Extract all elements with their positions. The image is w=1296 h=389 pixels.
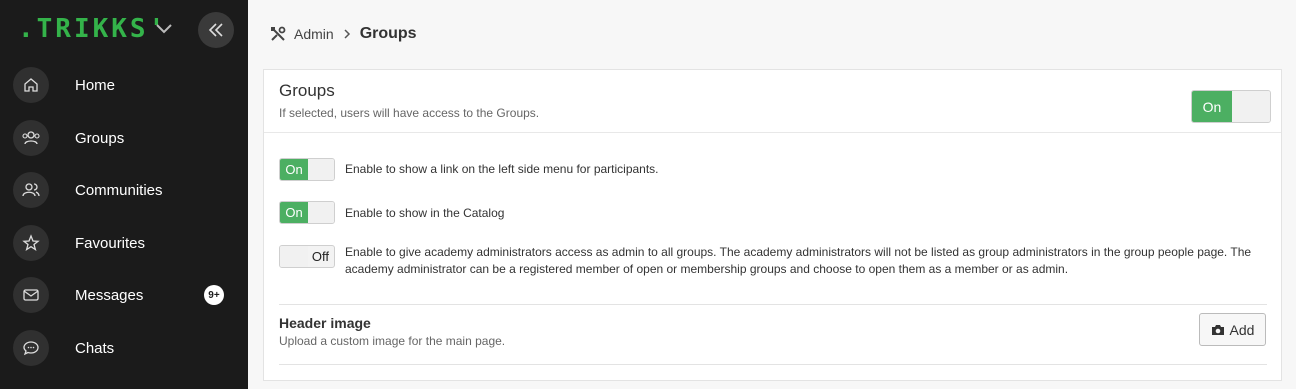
- unread-badge: 9+: [204, 285, 224, 305]
- sidebar-item-messages[interactable]: Messages 9+: [0, 272, 248, 318]
- toggle-state-label: Off: [311, 249, 329, 264]
- left-menu-link-label: Enable to show a link on the left side m…: [345, 162, 659, 176]
- toggle-knob: [308, 159, 334, 180]
- sidebar-item-chats[interactable]: Chats: [0, 325, 248, 371]
- groups-settings-panel: Groups If selected, users will have acce…: [263, 69, 1282, 381]
- catalog-label: Enable to show in the Catalog: [345, 206, 505, 220]
- groups-icon: [13, 120, 49, 156]
- chevron-down-icon[interactable]: [153, 18, 175, 40]
- sidebar-item-label: Home: [75, 76, 116, 94]
- sidebar-item-label: Messages: [75, 286, 144, 304]
- divider: [279, 304, 1267, 305]
- sidebar-item-label: Favourites: [75, 234, 146, 252]
- sidebar-item-favourites[interactable]: Favourites: [0, 220, 248, 266]
- breadcrumb-admin-link[interactable]: Admin: [294, 26, 334, 42]
- add-button-label: Add: [1229, 321, 1255, 338]
- page-title: Groups: [359, 25, 417, 42]
- envelope-icon: [13, 277, 49, 313]
- trikks-logo[interactable]: .TRIKKS': [18, 14, 167, 44]
- toggle-state-label: On: [1192, 91, 1232, 122]
- panel-description: If selected, users will have access to t…: [279, 106, 540, 120]
- sidebar-item-label: Communities: [75, 181, 163, 199]
- toggle-state-label: On: [280, 202, 308, 223]
- academy-admin-access-toggle[interactable]: Off: [279, 245, 335, 268]
- toggle-knob: [280, 246, 308, 267]
- sidebar-item-groups[interactable]: Groups: [0, 115, 248, 161]
- divider: [279, 364, 1267, 365]
- chevron-right-icon: [342, 28, 352, 40]
- toggle-knob: [308, 202, 334, 223]
- groups-enabled-toggle[interactable]: On: [1191, 90, 1271, 123]
- sidebar-item-home[interactable]: Home: [0, 62, 248, 108]
- panel-title: Groups: [279, 81, 335, 100]
- chat-bubble-icon: [13, 330, 49, 366]
- sidebar-item-communities[interactable]: Communities: [0, 167, 248, 213]
- add-header-image-button[interactable]: Add: [1199, 313, 1266, 346]
- collapse-sidebar-button[interactable]: [198, 12, 234, 48]
- camera-icon: [1211, 324, 1224, 335]
- toggle-knob: [1232, 91, 1270, 122]
- academy-admin-access-label: Enable to give academy administrators ac…: [345, 245, 1252, 276]
- communities-icon: [13, 172, 49, 208]
- header-image-description: Upload a custom image for the main page.: [279, 334, 506, 348]
- left-menu-link-toggle[interactable]: On: [279, 158, 335, 181]
- sidebar: .TRIKKS' Home Groups Communities Favouri…: [0, 0, 248, 389]
- home-icon: [13, 67, 49, 103]
- header-image-title: Header image: [279, 315, 371, 331]
- toggle-state-label: On: [280, 159, 308, 180]
- double-chevron-left-icon: [208, 23, 223, 37]
- sidebar-item-label: Groups: [75, 129, 125, 147]
- tools-icon: [271, 26, 286, 41]
- panel-header: Groups If selected, users will have acce…: [264, 70, 1281, 133]
- catalog-toggle[interactable]: On: [279, 201, 335, 224]
- sidebar-item-label: Chats: [75, 339, 115, 357]
- star-icon: [13, 225, 49, 261]
- breadcrumb: Admin Groups: [270, 24, 417, 44]
